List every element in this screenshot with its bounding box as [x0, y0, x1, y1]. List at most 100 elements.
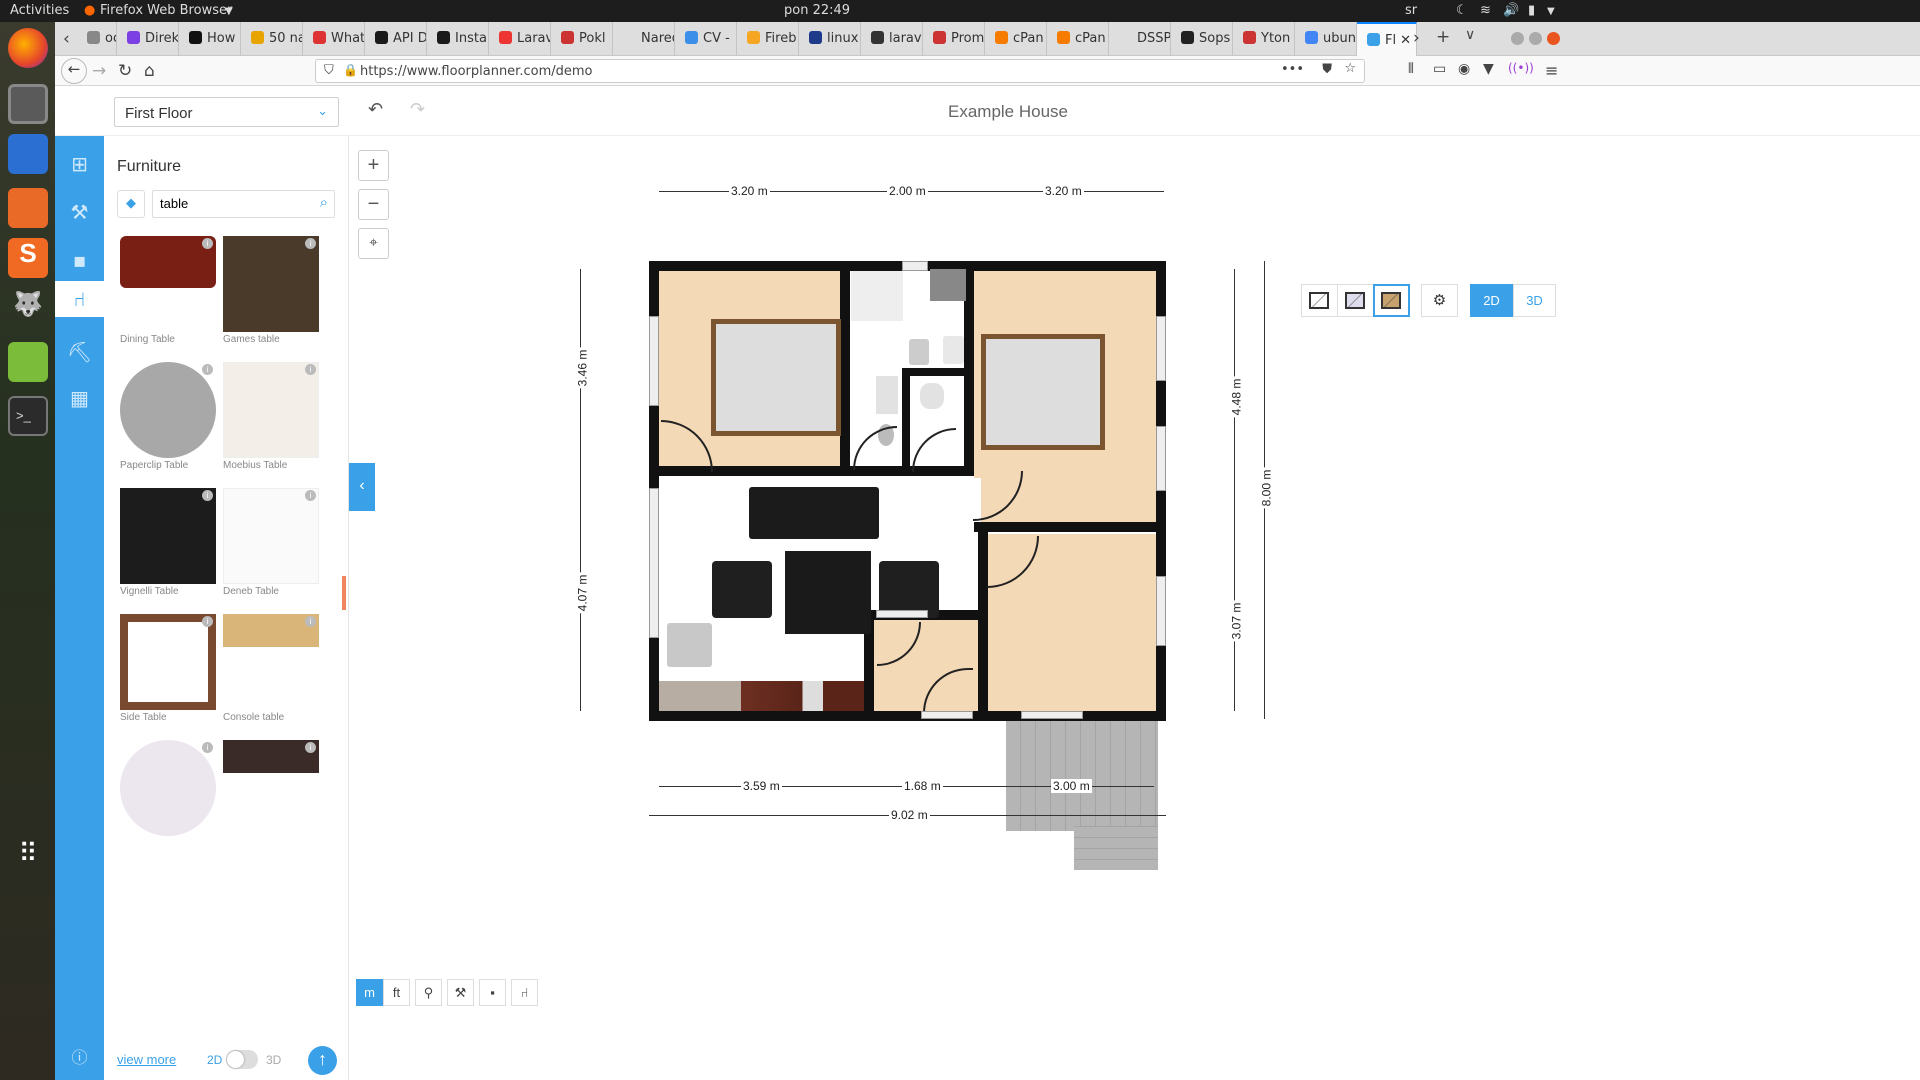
window-bedroom-3[interactable] [1156, 576, 1166, 646]
tab-17[interactable]: DSSP Z [1109, 22, 1171, 56]
back-button[interactable]: ← [61, 58, 87, 84]
tab-21[interactable]: Fl ✕ [1357, 22, 1417, 56]
dim-left-b[interactable]: 4.07 m [575, 572, 590, 614]
tab-16[interactable]: cPan [1047, 22, 1109, 56]
washing-machine[interactable] [930, 269, 966, 301]
furniture-thumbnail[interactable] [223, 236, 319, 332]
tabs-scroll-right-icon[interactable]: › [1413, 28, 1420, 48]
double-bed-2[interactable] [981, 334, 1105, 450]
furniture-thumbnail[interactable] [120, 488, 216, 584]
pocket-icon[interactable]: ⛊ [1322, 62, 1332, 77]
window-bedroom-1[interactable] [649, 316, 659, 406]
wall-wc[interactable] [904, 368, 966, 376]
system-menu-arrow-icon[interactable]: ▼ [1547, 6, 1555, 17]
project-title[interactable]: Example House [55, 102, 1920, 122]
furniture-item[interactable]: i Console table [223, 614, 319, 723]
tab-8[interactable]: Pokl [551, 22, 613, 56]
annotation-tool-icon[interactable]: ▪ [55, 240, 104, 280]
furniture-thumbnail[interactable] [120, 740, 216, 836]
furniture-item[interactable]: i Deneb Table [223, 488, 319, 597]
dim-bot-b[interactable]: 1.68 m [902, 779, 943, 793]
tab-19[interactable]: Yton [1233, 22, 1295, 56]
tab-12[interactable]: linux [799, 22, 861, 56]
tab-11[interactable]: Fireb [737, 22, 799, 56]
info-icon[interactable]: i [202, 742, 213, 753]
firefox-dock-icon[interactable] [8, 28, 48, 68]
tab-3[interactable]: 50 na [241, 22, 303, 56]
extension-2-icon[interactable]: ((•)) [1508, 61, 1534, 75]
tab-7[interactable]: Larav [489, 22, 551, 56]
tab-10[interactable]: CV - [675, 22, 737, 56]
window-bedroom-2b[interactable] [1156, 426, 1166, 491]
info-icon[interactable]: i [305, 742, 316, 753]
tracking-shield-icon[interactable]: ⛉ [324, 63, 334, 78]
lock-icon[interactable]: 🔒 [343, 63, 358, 77]
living-chair[interactable] [667, 623, 712, 667]
wall-bed1-bath[interactable] [840, 261, 850, 476]
url-bar[interactable]: ⛉ 🔒 https://www.floorplanner.com/demo ••… [315, 59, 1365, 83]
terminal-dock-icon[interactable]: >_ [8, 396, 48, 436]
scrollbar-thumb[interactable] [342, 576, 346, 610]
sublime-text-dock-icon[interactable]: S [8, 238, 48, 278]
activities-button[interactable]: Activities [10, 3, 69, 18]
wall-bottom[interactable] [649, 711, 1166, 721]
floor-plan-canvas[interactable]: + − ⌖ ‹ ⚙ 2D 3D 3.20 m 2.00 m 3.20 m 3.4… [349, 136, 1568, 1080]
window-hall[interactable] [876, 610, 928, 618]
build-tool-icon[interactable]: ⚒ [55, 192, 104, 232]
tab-2[interactable]: How [179, 22, 241, 56]
info-icon[interactable]: i [202, 238, 213, 249]
new-tab-button[interactable]: + [1436, 27, 1450, 47]
toilet-1[interactable] [909, 339, 929, 365]
page-actions-icon[interactable]: ••• [1281, 62, 1304, 77]
upload-button[interactable]: ↑ [308, 1046, 337, 1075]
info-icon[interactable]: i [202, 364, 213, 375]
furniture-thumbnail[interactable] [223, 362, 319, 458]
info-icon[interactable]: i [202, 490, 213, 501]
furniture-item[interactable]: i Moebius Table [223, 362, 319, 471]
window-bedroom-2a[interactable] [1156, 316, 1166, 381]
furniture-thumbnail[interactable] [120, 614, 216, 710]
furniture-item[interactable]: i Games table [223, 236, 319, 345]
furniture-item[interactable]: i [223, 740, 319, 836]
sidebar-icon[interactable]: ▭ [1433, 61, 1446, 77]
clock[interactable]: pon 22:49 [784, 3, 850, 18]
dim-right-b[interactable]: 3.07 m [1229, 600, 1244, 642]
furniture-item[interactable]: i Paperclip Table [120, 362, 216, 471]
unit-feet-button[interactable]: ft [383, 979, 410, 1006]
info-icon[interactable]: i [305, 616, 316, 627]
unit-meters-button[interactable]: m [356, 979, 383, 1006]
tab-20[interactable]: ubun [1295, 22, 1357, 56]
forward-button[interactable]: → [92, 61, 106, 81]
window-bedroom-3-bottom[interactable] [1021, 711, 1083, 719]
kitchen-counter[interactable] [659, 681, 864, 711]
view-more-link[interactable]: view more [117, 1052, 176, 1067]
window-maximize-button[interactable] [1529, 32, 1542, 45]
tab-6[interactable]: Insta [427, 22, 489, 56]
help-icon[interactable]: ⓘ [55, 1036, 104, 1076]
floor-plan[interactable]: 3.20 m 2.00 m 3.20 m 3.46 m 4.07 m 4.48 … [349, 136, 1568, 1080]
software-center-dock-icon[interactable] [8, 188, 48, 228]
close-tab-icon[interactable]: ✕ [1400, 33, 1411, 48]
dim-bot-c[interactable]: 3.00 m [1051, 779, 1092, 793]
info-icon[interactable]: i [202, 616, 213, 627]
tab-0[interactable]: oog [77, 22, 117, 56]
menu-icon[interactable]: ≡ [1545, 61, 1558, 80]
furniture-thumbnail[interactable] [223, 488, 319, 584]
build-tool-button[interactable]: ⚒ [447, 979, 474, 1006]
wall-materials-tool-icon[interactable]: ▦ [55, 378, 104, 418]
wall-bed2-bed3[interactable] [974, 522, 1164, 532]
tab-list-button[interactable]: ∨ [1465, 27, 1475, 43]
furniture-item[interactable]: i Dining Table [120, 236, 216, 345]
shower[interactable] [851, 271, 903, 321]
info-icon[interactable]: i [305, 238, 316, 249]
window-minimize-button[interactable] [1511, 32, 1524, 45]
furniture-thumbnail[interactable] [120, 362, 216, 458]
dim-bot-total[interactable]: 9.02 m [889, 808, 930, 822]
search-tool-button[interactable]: ⚲ [415, 979, 442, 1006]
tab-5[interactable]: API D [365, 22, 427, 56]
tab-13[interactable]: larav [861, 22, 923, 56]
files-dock-icon[interactable] [8, 84, 48, 124]
info-icon[interactable]: i [305, 490, 316, 501]
dim-right-total[interactable]: 8.00 m [1259, 467, 1274, 509]
furniture-tool-button[interactable]: ⑁ [511, 979, 538, 1006]
